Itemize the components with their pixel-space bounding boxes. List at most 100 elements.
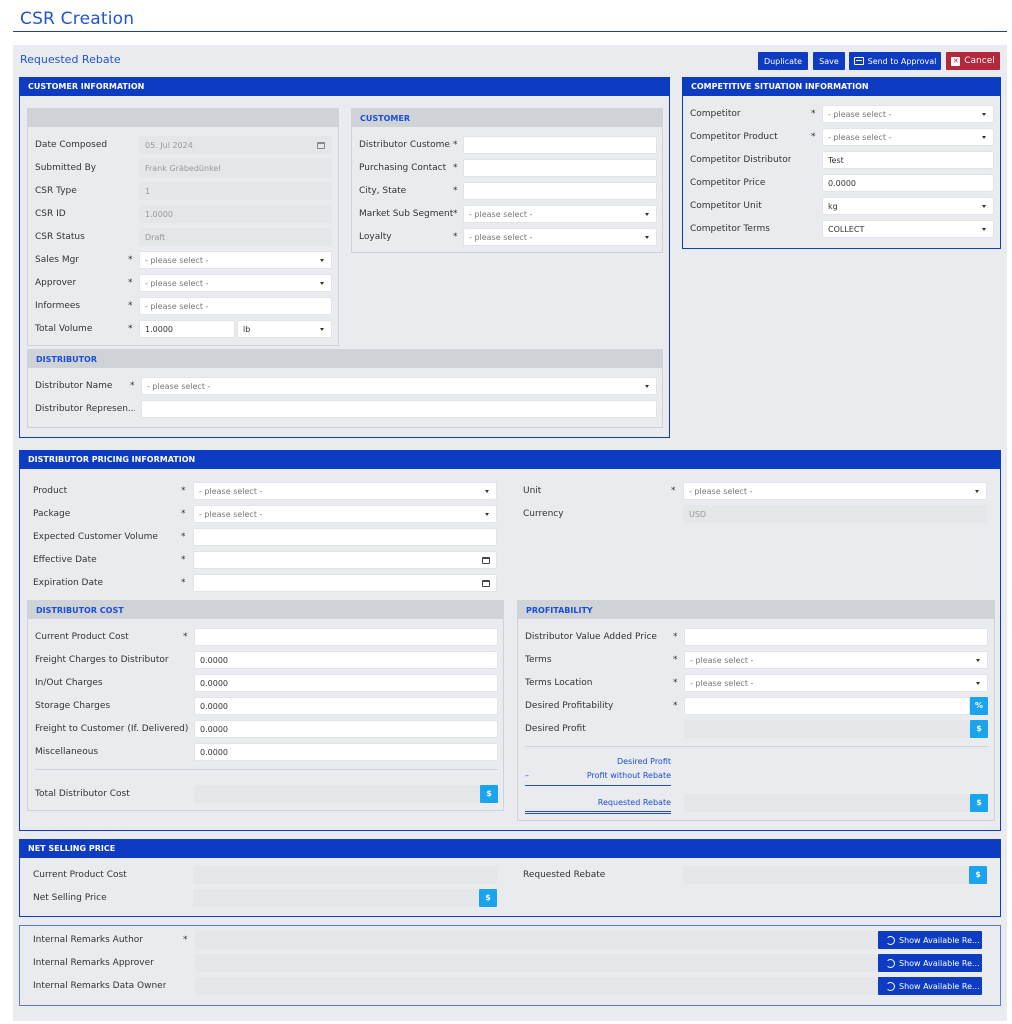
field-label: Storage Charges: [35, 701, 111, 711]
product-row: Product * - please select -: [20, 482, 510, 500]
expiration-date-input[interactable]: [193, 574, 497, 592]
miscellaneous-input[interactable]: 0.0000: [194, 743, 498, 761]
approver-select[interactable]: - please select -: [139, 274, 332, 292]
csr-id-input: 1.0000: [139, 205, 332, 223]
chevron-down-icon: [485, 513, 489, 516]
desired-profitability-input[interactable]: [684, 697, 970, 715]
field-value: - please select -: [828, 133, 892, 142]
requested-rebate-row: Requested Rebate $: [518, 794, 996, 812]
effective-date-row: Effective Date *: [20, 551, 510, 569]
desired-profitability-row: Desired Profitability * %: [518, 697, 996, 715]
field-label: Terms: [525, 655, 552, 665]
required-marker: *: [673, 632, 678, 642]
calendar-icon[interactable]: [482, 557, 490, 564]
distributor-name-select[interactable]: - please select -: [141, 377, 657, 395]
distributor-pricing-panel: DISTRIBUTOR PRICING INFORMATION Product …: [19, 450, 1001, 831]
dollar-addon: $: [970, 794, 988, 812]
required-marker: *: [183, 632, 188, 642]
expected-volume-input[interactable]: [193, 528, 497, 546]
total-volume-unit-select[interactable]: lb: [237, 320, 332, 338]
profitability-header: PROFITABILITY: [518, 601, 994, 619]
storage-charges-input[interactable]: 0.0000: [194, 697, 498, 715]
field-value: COLLECT: [828, 225, 865, 234]
show-available-remarks-button[interactable]: Show Available Re...: [878, 931, 982, 949]
market-sub-segment-select[interactable]: - please select -: [463, 205, 657, 223]
general-subpanel: Date Composed 05. Jul 2024 Submitted By …: [27, 108, 339, 346]
value-added-price-input[interactable]: [684, 628, 988, 646]
field-value: - please select -: [469, 210, 533, 219]
city-state-input[interactable]: [463, 182, 657, 200]
distributor-customer-input[interactable]: [463, 136, 657, 154]
current-product-cost-input[interactable]: [194, 628, 498, 646]
competitor-price-row: Competitor Price 0.0000: [683, 174, 1002, 192]
cancel-button[interactable]: ✕ Cancel: [946, 52, 1000, 70]
show-available-remarks-button[interactable]: Show Available Re...: [878, 954, 982, 972]
divider: [35, 769, 498, 770]
competitor-terms-select[interactable]: COLLECT: [822, 220, 994, 238]
customer-information-header: CUSTOMER INFORMATION: [20, 78, 669, 96]
internal-remarks-panel: Internal Remarks Author * Show Available…: [19, 925, 1001, 1006]
field-label: Competitor Terms: [690, 224, 770, 234]
required-marker: *: [811, 132, 816, 142]
required-marker: *: [453, 209, 458, 219]
terms-select[interactable]: - please select -: [684, 651, 988, 669]
required-marker: *: [181, 578, 186, 588]
product-select[interactable]: - please select -: [193, 482, 497, 500]
package-select[interactable]: - please select -: [193, 505, 497, 523]
distributor-cost-header: DISTRIBUTOR COST: [28, 601, 503, 619]
field-label: Freight Charges to Distributor: [35, 655, 169, 665]
effective-date-input[interactable]: [193, 551, 497, 569]
competitor-select[interactable]: - please select -: [822, 105, 994, 123]
competitor-price-input[interactable]: 0.0000: [822, 174, 994, 192]
send-to-approval-button[interactable]: Send to Approval: [849, 52, 941, 70]
unit-select[interactable]: - please select -: [683, 482, 987, 500]
field-label: Distributor Custome...: [359, 140, 451, 150]
currency-input: USD: [683, 505, 987, 523]
required-marker: *: [811, 109, 816, 119]
competitor-row: Competitor * - please select -: [683, 105, 1002, 123]
field-label: Loyalty: [359, 232, 392, 242]
dollar-addon: $: [480, 785, 498, 803]
field-label: Market Sub Segment: [359, 209, 454, 219]
purchasing-contact-input[interactable]: [463, 159, 657, 177]
distributor-name-row: Distributor Name * - please select -: [28, 377, 664, 395]
informees-select[interactable]: - please select -: [139, 297, 332, 315]
field-value: - please select -: [689, 487, 753, 496]
competitor-product-select[interactable]: - please select -: [822, 128, 994, 146]
net-current-product-cost-row: Current Product Cost: [20, 866, 510, 884]
competitor-distributor-input[interactable]: Test: [822, 151, 994, 169]
save-button-label: Save: [819, 56, 839, 66]
net-current-product-cost-input: [193, 866, 497, 884]
net-requested-rebate-input: [683, 866, 969, 884]
show-available-remarks-button[interactable]: Show Available Re...: [878, 977, 982, 995]
distributor-representative-input[interactable]: [141, 400, 657, 418]
competitor-unit-select[interactable]: kg: [822, 197, 994, 215]
terms-location-select[interactable]: - please select -: [684, 674, 988, 692]
field-value: - please select -: [828, 110, 892, 119]
total-volume-input[interactable]: 1.0000: [139, 320, 235, 338]
expiration-date-row: Expiration Date *: [20, 574, 510, 592]
field-label: Current Product Cost: [33, 870, 127, 880]
unit-row: Unit * - please select -: [510, 482, 1002, 500]
duplicate-button[interactable]: Duplicate: [758, 52, 808, 70]
calc-desired-profit: Desired Profit: [617, 757, 671, 766]
competitive-situation-header: COMPETITIVE SITUATION INFORMATION: [683, 78, 1000, 96]
calendar-icon[interactable]: [482, 580, 490, 587]
required-marker: *: [453, 232, 458, 242]
freight-to-customer-input[interactable]: 0.0000: [194, 720, 498, 738]
field-value: - please select -: [199, 487, 263, 496]
chevron-down-icon: [982, 205, 986, 208]
required-marker: *: [128, 278, 133, 288]
field-label: Requested Rebate: [523, 870, 606, 880]
chevron-down-icon: [645, 236, 649, 239]
in-out-charges-input[interactable]: 0.0000: [194, 674, 498, 692]
save-button[interactable]: Save: [813, 52, 845, 70]
required-marker: *: [453, 186, 458, 196]
required-marker: *: [673, 655, 678, 665]
field-value: kg: [828, 202, 838, 211]
freight-to-distributor-input[interactable]: 0.0000: [194, 651, 498, 669]
field-label: Total Volume: [35, 324, 93, 334]
field-label: Package: [33, 509, 71, 519]
loyalty-select[interactable]: - please select -: [463, 228, 657, 246]
sales-mgr-select[interactable]: - please select -: [139, 251, 332, 269]
